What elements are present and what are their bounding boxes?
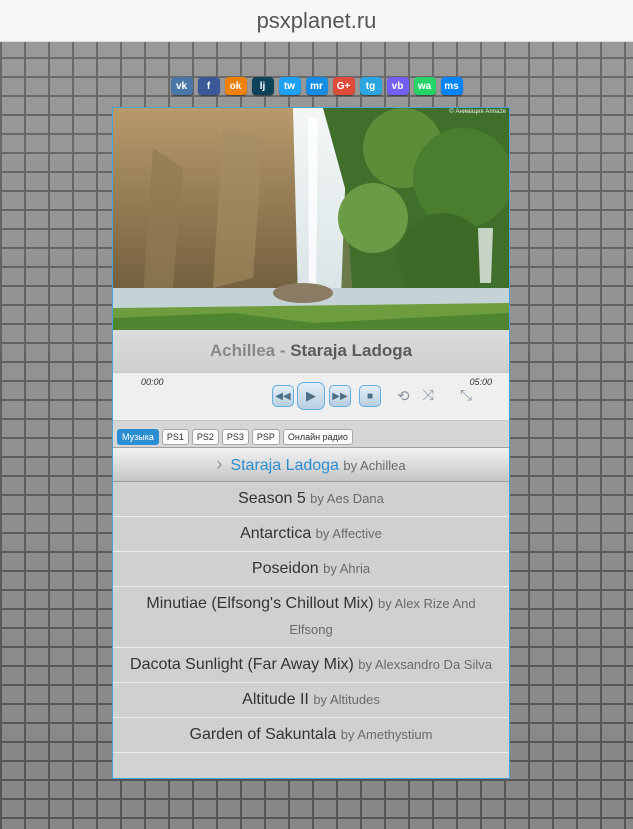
artwork-caption: © Анимация Anna2e	[449, 109, 506, 115]
share-odnoklassniki[interactable]: ok	[224, 77, 247, 95]
share-googleplus[interactable]: G+	[332, 77, 355, 95]
track-title: Antarctica	[240, 525, 312, 542]
current-time: 00:00	[141, 377, 164, 387]
address-bar[interactable]: psxplanet.ru	[0, 0, 633, 42]
track-artist: by Achillea	[343, 458, 406, 473]
track-artist: by Ahria	[323, 561, 371, 576]
playlist-item-current[interactable]: › Staraja Ladoga by Achillea	[113, 448, 509, 482]
playlist-item[interactable]: Garden of Sakuntala by Amethystium	[113, 718, 509, 753]
now-playing-separator: -	[275, 341, 291, 360]
total-time: 05:00	[469, 377, 492, 387]
track-artist: by Altitudes	[313, 692, 380, 707]
tab-online-radio[interactable]: Онлайн радио	[282, 429, 353, 445]
chevron-right-icon: ›	[216, 454, 223, 474]
tab-psp[interactable]: PSP	[251, 429, 280, 445]
share-moimir[interactable]: mr	[305, 77, 328, 95]
playlist-item[interactable]: Season 5 by Aes Dana	[113, 482, 509, 517]
track-title: Poseidon	[251, 560, 319, 577]
url-text: psxplanet.ru	[256, 7, 377, 33]
share-buttons: vk f ok lj tw mr G+ tg vb wa ms	[0, 77, 633, 95]
share-viber[interactable]: vb	[386, 77, 409, 95]
track-title: Dacota Sunlight (Far Away Mix)	[130, 656, 354, 673]
now-playing-artist: Achillea	[209, 341, 276, 360]
stop-button[interactable]: ■	[359, 385, 381, 407]
playlist-item[interactable]: Antarctica by Affective	[113, 517, 509, 552]
play-icon: ▶	[306, 388, 316, 403]
tab-ps2[interactable]: PS2	[191, 429, 219, 445]
share-vk[interactable]: vk	[170, 77, 193, 95]
tab-ps3[interactable]: PS3	[221, 429, 249, 445]
track-artist: by Alexsandro Da Silva	[358, 657, 492, 672]
shuffle-icon[interactable]: ⤨	[422, 387, 434, 404]
category-tabs: Музыка PS1 PS2 PS3 PSP Онлайн радио	[117, 429, 353, 445]
play-button[interactable]: ▶	[297, 382, 325, 410]
fullscreen-icon[interactable]: ⤡	[460, 387, 472, 404]
track-title: Staraja Ladoga	[230, 457, 339, 474]
share-facebook[interactable]: f	[197, 77, 220, 95]
tab-ps1[interactable]: PS1	[161, 429, 189, 445]
track-title: Season 5	[238, 490, 306, 507]
previous-button[interactable]: ◀◀	[272, 385, 294, 407]
tab-music[interactable]: Музыка	[117, 429, 159, 445]
track-artist: by Aes Dana	[310, 491, 384, 506]
share-whatsapp[interactable]: wa	[413, 77, 436, 95]
playlist-item[interactable]: Dacota Sunlight (Far Away Mix) by Alexsa…	[113, 648, 509, 683]
stop-icon: ■	[366, 390, 374, 402]
repeat-icon[interactable]: ⟲	[397, 387, 410, 405]
track-title: Minutiae (Elfsong's Chillout Mix)	[146, 595, 374, 612]
rewind-icon: ◀◀	[275, 390, 291, 402]
track-title: Garden of Sakuntala	[189, 726, 337, 743]
playlist: › Staraja Ladoga by Achillea Season 5 by …	[113, 447, 509, 753]
playlist-item[interactable]: Altitude II by Altitudes	[113, 683, 509, 718]
track-title: Altitude II	[242, 691, 309, 708]
share-messenger[interactable]: ms	[440, 77, 463, 95]
track-artist: by Amethystium	[340, 727, 433, 742]
playlist-item[interactable]: Minutiae (Elfsong's Chillout Mix) by Ale…	[113, 587, 509, 648]
album-artwork: © Анимация Anna2e	[113, 108, 509, 330]
music-player: © Анимация Anna2e Achillea - Staraja Lad…	[112, 107, 510, 779]
share-livejournal[interactable]: lj	[251, 77, 274, 95]
now-playing: Achillea - Staraja Ladoga	[113, 330, 509, 372]
now-playing-title: Staraja Ladoga	[290, 341, 413, 360]
category-tabs-bar: Музыка PS1 PS2 PS3 PSP Онлайн радио	[113, 420, 509, 448]
share-twitter[interactable]: tw	[278, 77, 301, 95]
player-controls: 00:00 05:00 ◀◀ ▶ ▶▶ ■ ⟲ ⤨ ⤡	[113, 372, 509, 421]
playlist-item[interactable]: Poseidon by Ahria	[113, 552, 509, 587]
track-artist: by Affective	[315, 526, 382, 541]
next-button[interactable]: ▶▶	[329, 385, 351, 407]
fast-forward-icon: ▶▶	[332, 390, 348, 402]
share-telegram[interactable]: tg	[359, 77, 382, 95]
waterfall-image	[113, 108, 509, 330]
